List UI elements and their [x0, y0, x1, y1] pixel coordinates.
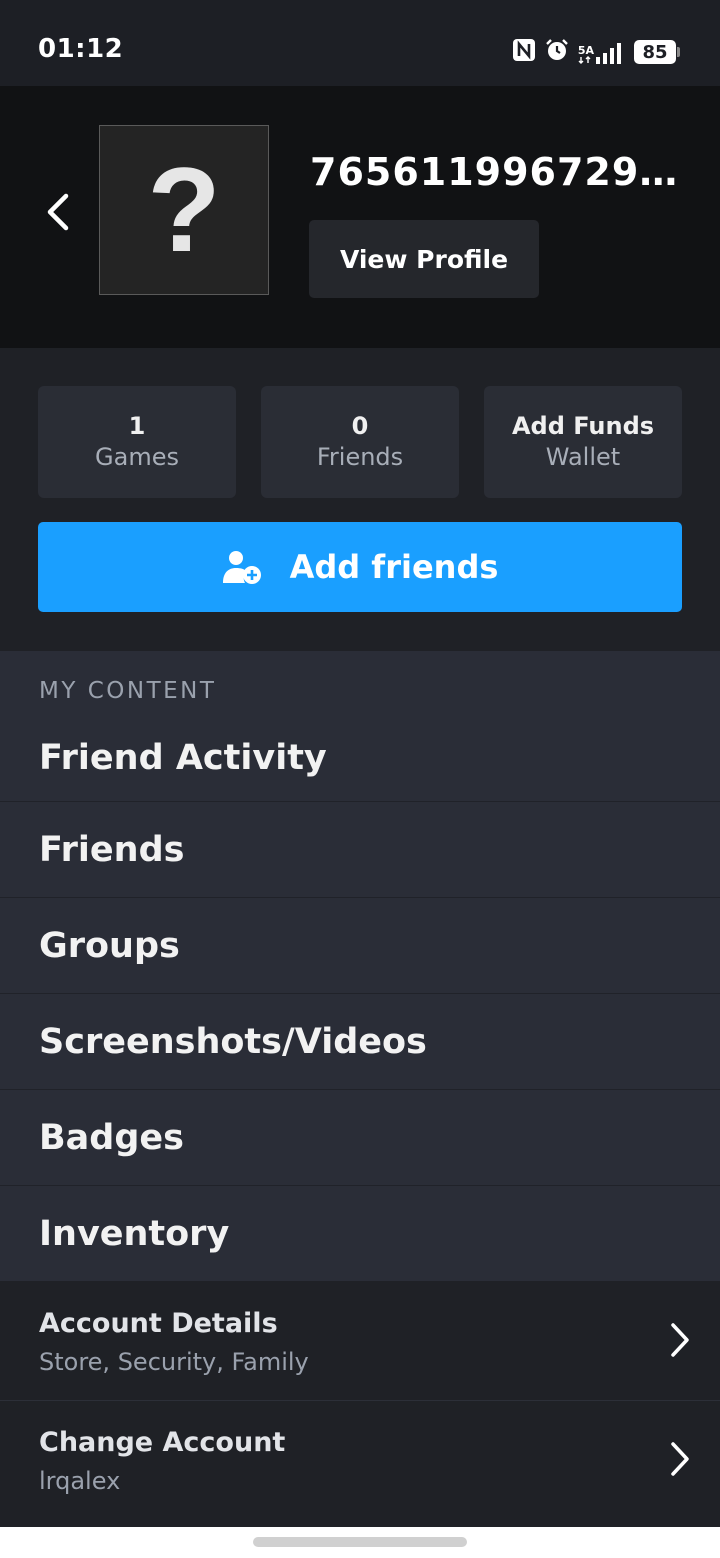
add-friends-button[interactable]: Add friends: [38, 522, 682, 612]
games-stat-card[interactable]: 1 Games: [38, 386, 236, 498]
wallet-label: Wallet: [545, 443, 621, 471]
view-profile-button[interactable]: View Profile: [309, 220, 539, 298]
menu-item-screenshots-videos[interactable]: Screenshots/Videos: [0, 994, 720, 1090]
friends-stat-card[interactable]: 0 Friends: [261, 386, 459, 498]
menu-item-inventory[interactable]: Inventory: [0, 1186, 720, 1282]
nfc-icon: [512, 38, 536, 66]
change-account-subtitle: lrqalex: [39, 1467, 121, 1495]
menu-item-friends[interactable]: Friends: [0, 802, 720, 898]
back-button[interactable]: [38, 190, 78, 234]
games-label: Games: [95, 443, 179, 471]
add-user-icon: [222, 551, 261, 584]
menu-item-groups[interactable]: Groups: [0, 898, 720, 994]
battery-icon: 85: [634, 40, 680, 64]
home-indicator[interactable]: [253, 1537, 467, 1547]
profile-username: 76561199672922...: [310, 150, 690, 194]
alarm-icon: [544, 37, 570, 67]
change-account-row[interactable]: Change Account lrqalex: [0, 1401, 720, 1519]
chevron-right-icon: [671, 1442, 689, 1476]
games-count: 1: [128, 412, 146, 440]
battery-level: 85: [634, 40, 676, 64]
avatar[interactable]: ?: [99, 125, 269, 295]
add-funds-label: Add Funds: [511, 412, 655, 440]
change-account-title: Change Account: [39, 1427, 286, 1458]
chevron-left-icon: [47, 193, 69, 231]
account-details-subtitle: Store, Security, Family: [39, 1348, 309, 1376]
my-content-heading: MY CONTENT: [39, 678, 217, 704]
avatar-placeholder-glyph: ?: [147, 143, 221, 277]
menu-item-badges[interactable]: Badges: [0, 1090, 720, 1186]
friends-label: Friends: [316, 443, 404, 471]
friends-count: 0: [351, 412, 369, 440]
status-icons: 5A 85: [512, 38, 680, 66]
wallet-stat-card[interactable]: Add Funds Wallet: [484, 386, 682, 498]
chevron-right-icon: [671, 1323, 689, 1357]
menu-item-friend-activity[interactable]: Friend Activity: [0, 714, 720, 802]
status-time: 01:12: [38, 34, 124, 64]
account-details-title: Account Details: [39, 1308, 278, 1339]
account-details-row[interactable]: Account Details Store, Security, Family: [0, 1282, 720, 1400]
signal-icon: 5A: [578, 40, 626, 64]
status-bar: 01:12 5A 85: [0, 0, 720, 86]
add-friends-label: Add friends: [289, 548, 499, 586]
network-type-label: 5A: [577, 44, 594, 57]
